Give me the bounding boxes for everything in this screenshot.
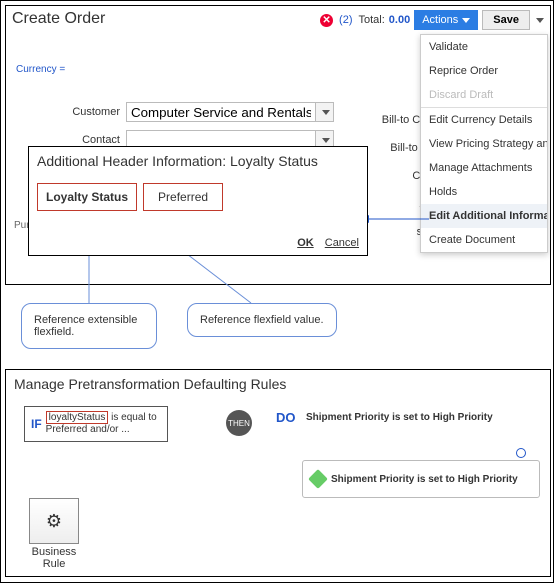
do-label: DO xyxy=(276,410,296,425)
menu-holds[interactable]: Holds xyxy=(421,180,547,204)
error-icon[interactable]: ✕ xyxy=(320,14,333,27)
total-value: 0.00 xyxy=(389,14,410,26)
then-node: THEN xyxy=(226,410,252,436)
action-tag-box[interactable]: Shipment Priority is set to High Priorit… xyxy=(302,460,540,498)
cancel-button[interactable]: Cancel xyxy=(325,237,359,249)
menu-discard-draft: Discard Draft xyxy=(421,83,547,107)
condition-operator: is equal to xyxy=(111,412,157,423)
dialog-title: Additional Header Information: Loyalty S… xyxy=(29,147,367,175)
rules-panel: Manage Pretransformation Defaulting Rule… xyxy=(5,369,551,577)
error-count[interactable]: (2) xyxy=(339,14,352,26)
ok-button[interactable]: OK xyxy=(297,237,314,249)
customer-label: Customer xyxy=(46,106,120,118)
customer-dropdown-icon[interactable] xyxy=(316,102,334,122)
actions-button[interactable]: Actions xyxy=(414,10,478,30)
condition-text: loyaltyStatus is equal to Preferred and/… xyxy=(46,412,157,436)
loyalty-status-value[interactable]: Preferred xyxy=(143,183,223,211)
save-button[interactable]: Save xyxy=(482,10,530,30)
action-tag-text: Shipment Priority is set to High Priorit… xyxy=(331,474,518,485)
create-order-panel: Create Order ✕ (2) Total: 0.00 Actions S… xyxy=(5,5,551,285)
additional-header-dialog: Additional Header Information: Loyalty S… xyxy=(28,146,368,256)
condition-attribute: loyaltyStatus xyxy=(46,411,109,424)
if-label: IF xyxy=(31,417,42,431)
total-label: Total: xyxy=(359,14,385,26)
menu-manage-attachments[interactable]: Manage Attachments xyxy=(421,156,547,180)
business-rule-label: Business Rule xyxy=(24,546,84,570)
menu-view-pricing[interactable]: View Pricing Strategy and S xyxy=(421,132,547,156)
callout-flexfield-value: Reference flexfield value. xyxy=(187,303,337,337)
business-rule-icon: ⚙ xyxy=(29,498,79,544)
if-condition-box[interactable]: IF loyaltyStatus is equal to Preferred a… xyxy=(24,406,168,442)
business-rule-item[interactable]: ⚙ Business Rule xyxy=(24,498,84,570)
tag-icon xyxy=(308,469,328,489)
actions-button-label: Actions xyxy=(422,14,458,26)
currency-label: Currency = xyxy=(16,64,65,75)
menu-create-document[interactable]: Create Document xyxy=(421,228,547,252)
condition-value: Preferred and/or ... xyxy=(46,424,130,435)
rules-title: Manage Pretransformation Defaulting Rule… xyxy=(6,370,550,398)
connector-node[interactable] xyxy=(516,448,526,458)
do-action-text: Shipment Priority is set to High Priorit… xyxy=(306,412,493,423)
actions-menu: Validate Reprice Order Discard Draft Edi… xyxy=(420,34,548,253)
contact-label: Contact xyxy=(46,134,120,146)
save-dropdown-icon[interactable] xyxy=(536,18,544,23)
header-right: ✕ (2) Total: 0.00 Actions Save xyxy=(320,10,544,30)
customer-field[interactable] xyxy=(126,102,316,122)
callout-flexfield: Reference extensible flexfield. xyxy=(21,303,157,349)
chevron-down-icon xyxy=(462,18,470,23)
menu-validate[interactable]: Validate xyxy=(421,35,547,59)
loyalty-status-label: Loyalty Status xyxy=(37,183,137,211)
menu-reprice-order[interactable]: Reprice Order xyxy=(421,59,547,83)
menu-edit-currency[interactable]: Edit Currency Details xyxy=(421,108,547,132)
menu-edit-additional-info[interactable]: Edit Additional Information xyxy=(421,204,547,228)
